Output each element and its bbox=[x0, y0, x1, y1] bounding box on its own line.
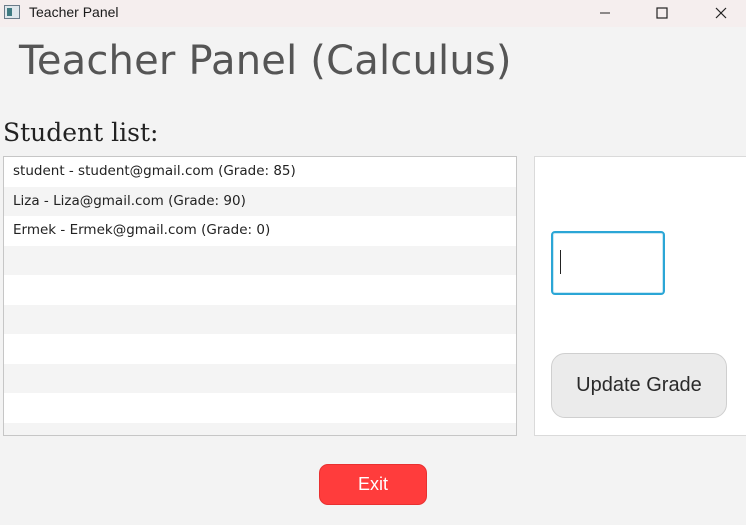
list-item-empty bbox=[4, 393, 516, 423]
title-bar: Teacher Panel bbox=[0, 0, 746, 27]
list-item[interactable]: Ermek - Ermek@gmail.com (Grade: 0) bbox=[4, 216, 516, 246]
student-list[interactable]: student - student@gmail.com (Grade: 85) … bbox=[3, 156, 517, 436]
page-title: Teacher Panel (Calculus) bbox=[19, 38, 512, 84]
list-item-empty bbox=[4, 334, 516, 364]
student-list-label: Student list: bbox=[3, 118, 159, 147]
maximize-button[interactable] bbox=[639, 0, 685, 27]
list-item[interactable]: Liza - Liza@gmail.com (Grade: 90) bbox=[4, 186, 516, 216]
app-icon bbox=[4, 5, 20, 19]
close-icon bbox=[715, 7, 727, 19]
text-caret bbox=[560, 250, 561, 274]
list-item-empty bbox=[4, 363, 516, 393]
minimize-icon bbox=[600, 12, 610, 14]
list-item-empty bbox=[4, 422, 516, 435]
update-grade-button[interactable]: Update Grade bbox=[551, 353, 727, 418]
exit-button[interactable]: Exit bbox=[319, 464, 427, 505]
list-item-empty bbox=[4, 304, 516, 334]
window-title: Teacher Panel bbox=[29, 4, 119, 20]
close-button[interactable] bbox=[698, 0, 744, 27]
maximize-icon bbox=[656, 7, 668, 19]
grade-input[interactable] bbox=[551, 231, 665, 295]
list-item[interactable]: student - student@gmail.com (Grade: 85) bbox=[4, 157, 516, 187]
list-item-empty bbox=[4, 275, 516, 305]
minimize-button[interactable] bbox=[582, 0, 628, 27]
list-item-empty bbox=[4, 245, 516, 275]
